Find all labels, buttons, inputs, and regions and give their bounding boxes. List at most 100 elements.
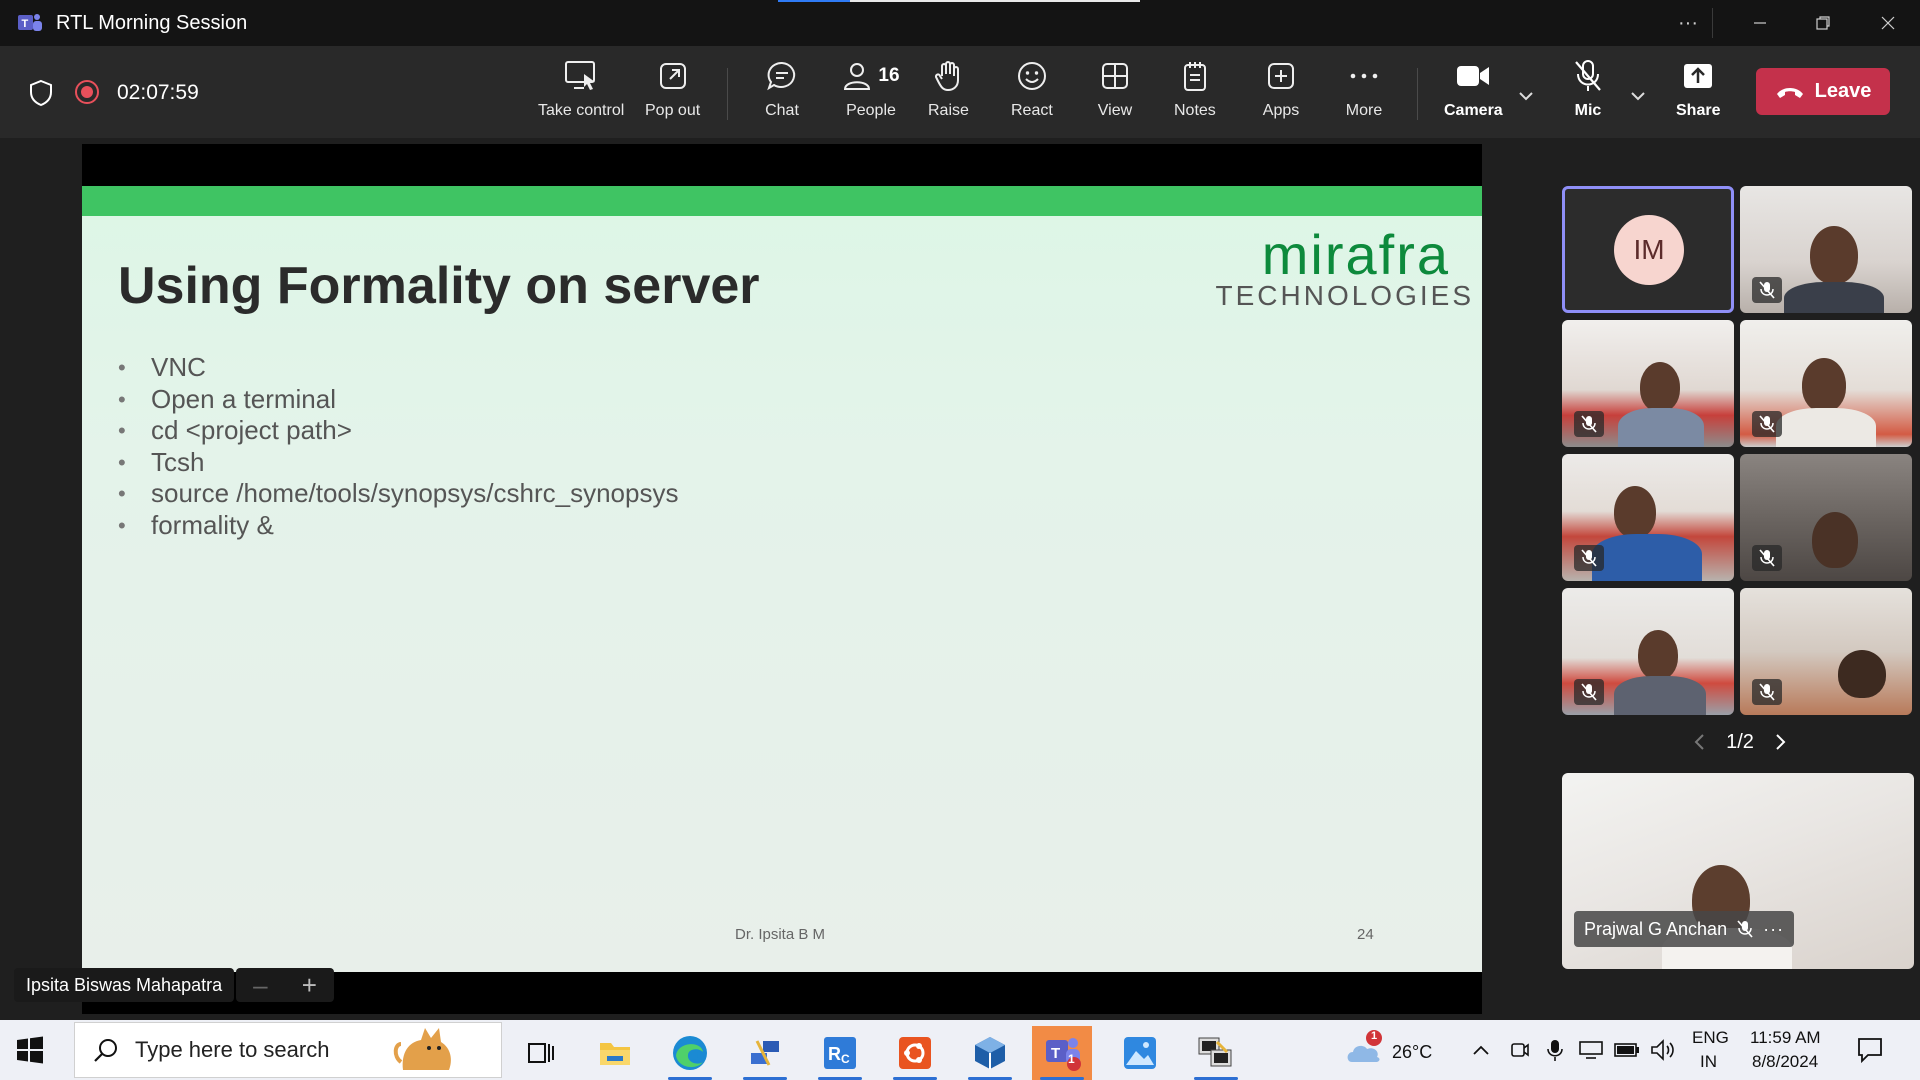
raise-label: Raise xyxy=(928,102,969,119)
react-button[interactable]: React xyxy=(1011,56,1053,134)
people-button[interactable]: 16 People xyxy=(836,56,906,134)
windows-start-icon[interactable] xyxy=(16,1036,44,1064)
notification-center-icon[interactable] xyxy=(1856,1036,1884,1064)
mic-options-chevron-icon[interactable] xyxy=(1627,86,1649,106)
participant-tile-active[interactable]: IM xyxy=(1562,186,1734,313)
loading-indicator xyxy=(778,0,1140,2)
close-button[interactable] xyxy=(1868,6,1908,40)
taskbar-file-explorer[interactable] xyxy=(585,1026,645,1080)
participant-name: Prajwal G Anchan xyxy=(1584,918,1728,939)
virtualbox-icon xyxy=(975,1037,1005,1069)
participant-more-icon[interactable]: ··· xyxy=(1763,919,1784,940)
pop-out-button[interactable]: Pop out xyxy=(645,56,700,134)
weather-widget[interactable]: 1 26°C xyxy=(1342,1030,1452,1074)
participant-video-tile[interactable] xyxy=(1562,588,1734,715)
take-control-button[interactable]: Take control xyxy=(538,56,624,134)
more-button[interactable]: More xyxy=(1344,56,1384,134)
raise-hand-button[interactable]: Raise xyxy=(928,56,969,134)
taskbar-rvc-app[interactable]: RC xyxy=(810,1026,870,1080)
participant-figure xyxy=(1640,362,1680,412)
taskbar-virtualbox[interactable] xyxy=(960,1026,1020,1080)
participant-name-tag: Prajwal G Anchan ··· xyxy=(1574,911,1795,947)
pop-out-icon xyxy=(653,56,693,96)
meet-now-icon[interactable] xyxy=(1510,1038,1530,1062)
participant-video-tile[interactable] xyxy=(1562,320,1734,447)
meeting-toolbar: 02:07:59 Take control Pop out Chat 16 Pe… xyxy=(0,46,1920,138)
notes-label: Notes xyxy=(1174,102,1216,119)
microphone-icon[interactable] xyxy=(1546,1038,1564,1062)
leave-button[interactable]: Leave xyxy=(1756,68,1890,115)
participant-video-tile[interactable] xyxy=(1740,454,1912,581)
participant-figure xyxy=(1810,226,1858,284)
notes-icon xyxy=(1175,56,1215,96)
leave-label: Leave xyxy=(1814,80,1872,102)
mic-muted-icon xyxy=(1574,545,1604,571)
windows-taskbar: Type here to search RC T 1 1 26°C ENG IN… xyxy=(0,1020,1920,1080)
participant-figure xyxy=(1812,512,1858,568)
participant-figure xyxy=(1638,630,1678,680)
taskbar-edge[interactable] xyxy=(660,1026,720,1080)
participant-video-tile[interactable] xyxy=(1740,320,1912,447)
shared-screen: Using Formality on server mirafra TECHNO… xyxy=(82,144,1482,1014)
taskbar-ubuntu[interactable] xyxy=(885,1026,945,1080)
mic-muted-icon xyxy=(1752,679,1782,705)
participant-video-tile[interactable] xyxy=(1740,186,1912,313)
participant-figure xyxy=(1802,358,1846,412)
participant-video-tile[interactable] xyxy=(1740,588,1912,715)
clock-date[interactable]: 8/8/2024 xyxy=(1752,1052,1818,1072)
input-language[interactable]: ENG xyxy=(1692,1028,1729,1048)
more-options-icon[interactable]: ··· xyxy=(1668,6,1708,40)
camera-options-chevron-icon[interactable] xyxy=(1515,86,1537,106)
taskbar-search-box[interactable]: Type here to search xyxy=(74,1022,502,1078)
zoom-out-icon[interactable]: – xyxy=(253,970,267,1001)
mic-muted-icon xyxy=(1574,679,1604,705)
cat-search-highlight-icon xyxy=(394,1028,452,1070)
apps-button[interactable]: Apps xyxy=(1261,56,1301,134)
take-control-label: Take control xyxy=(538,102,625,119)
zoom-in-icon[interactable]: + xyxy=(302,970,317,1001)
svg-text:C: C xyxy=(841,1052,850,1066)
recording-icon xyxy=(75,80,99,104)
weather-temperature: 26°C xyxy=(1392,1042,1433,1062)
edge-browser-icon xyxy=(673,1036,707,1070)
participant-figure xyxy=(1776,408,1876,447)
taskbar-network-app[interactable] xyxy=(735,1026,795,1080)
input-region[interactable]: IN xyxy=(1700,1052,1717,1072)
spotlight-video-tile[interactable]: Prajwal G Anchan ··· xyxy=(1562,773,1914,969)
restore-button[interactable] xyxy=(1803,6,1843,40)
task-view-button[interactable] xyxy=(510,1026,570,1080)
search-placeholder: Type here to search xyxy=(135,1037,330,1062)
network-icon[interactable] xyxy=(1578,1040,1604,1060)
chevron-right-icon[interactable] xyxy=(1770,730,1790,754)
mic-button[interactable]: Mic xyxy=(1568,56,1608,134)
taskbar-photos[interactable] xyxy=(1110,1026,1170,1080)
clock-time[interactable]: 11:59 AM xyxy=(1750,1028,1821,1048)
take-control-icon xyxy=(561,56,601,96)
zoom-controls: – + xyxy=(236,968,334,1002)
share-button[interactable]: Share xyxy=(1676,56,1720,134)
people-label: People xyxy=(846,102,896,119)
search-icon xyxy=(94,1039,117,1062)
chat-button[interactable]: Chat xyxy=(762,56,802,134)
participant-video-tile[interactable] xyxy=(1562,454,1734,581)
camera-label: Camera xyxy=(1444,102,1503,119)
more-label: More xyxy=(1345,102,1383,119)
shield-icon[interactable] xyxy=(28,79,54,107)
chevron-left-icon[interactable] xyxy=(1690,730,1710,754)
view-button[interactable]: View xyxy=(1095,56,1135,134)
taskbar-putty[interactable] xyxy=(1186,1026,1246,1080)
volume-icon[interactable] xyxy=(1650,1038,1676,1062)
participant-figure xyxy=(1618,408,1704,447)
camera-button[interactable]: Camera xyxy=(1444,56,1503,134)
minimize-button[interactable] xyxy=(1740,6,1780,40)
chevron-up-icon[interactable] xyxy=(1472,1044,1490,1056)
battery-icon[interactable] xyxy=(1614,1042,1640,1058)
mic-off-icon xyxy=(1568,56,1608,96)
mic-label: Mic xyxy=(1574,102,1602,119)
taskbar-teams[interactable]: T 1 xyxy=(1032,1026,1092,1080)
share-tray-icon xyxy=(1678,56,1718,96)
add-apps-icon xyxy=(1261,56,1301,96)
notes-button[interactable]: Notes xyxy=(1174,56,1216,134)
svg-text:T: T xyxy=(1051,1045,1060,1062)
slide-bullet-list: VNC Open a terminal cd <project path> Tc… xyxy=(118,352,678,541)
